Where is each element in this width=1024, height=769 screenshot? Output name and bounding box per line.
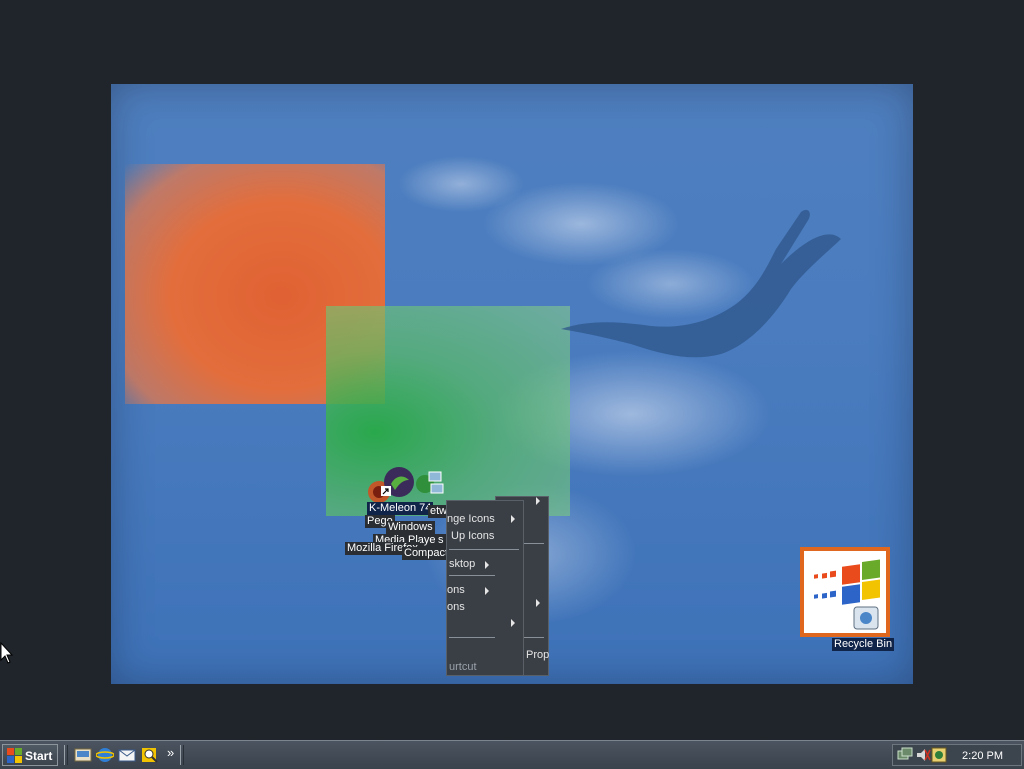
mouse-cursor-icon (0, 642, 14, 664)
search-icon[interactable] (141, 746, 159, 764)
menu-item-line-up-icons[interactable]: Up Icons (451, 530, 494, 542)
wallpaper-diver-silhouette (561, 209, 841, 358)
menu-item-icons[interactable]: ons (447, 601, 465, 613)
taskbar-grip[interactable] (180, 745, 184, 765)
network-icon[interactable] (897, 747, 913, 763)
clock[interactable]: 2:20 PM (962, 750, 1003, 762)
compact-label[interactable]: Compact (402, 547, 451, 560)
kmeleon-label[interactable]: K-Meleon 74 (367, 502, 434, 515)
windows-media-label-line1[interactable]: Windows (386, 521, 435, 534)
taskbar: Start » 2:20 PM (0, 740, 1024, 769)
menu-item-properties[interactable]: Prop (526, 649, 549, 661)
show-desktop-icon[interactable] (74, 746, 92, 764)
system-tray: 2:20 PM (892, 744, 1022, 766)
shortcut-arrow-icon (381, 486, 391, 496)
menu-separator (449, 575, 495, 576)
network-places-icon[interactable] (415, 470, 445, 498)
outlook-express-icon[interactable] (118, 746, 136, 764)
menu-separator (449, 637, 495, 638)
recycle-bin-label[interactable]: Recycle Bin (832, 638, 895, 651)
menu-item-shortcut[interactable]: urtcut (449, 661, 477, 673)
menu-item-arrange-icons[interactable]: nge Icons (447, 513, 495, 525)
submenu-arrow-icon (536, 497, 540, 505)
internet-explorer-icon[interactable] (96, 746, 114, 764)
menu-separator (449, 549, 519, 550)
wallpaper-green-square (326, 306, 570, 516)
desktop[interactable]: K-Meleon 74 etwo Pego Windows Media Play… (0, 0, 1024, 740)
submenu-arrow-icon (511, 515, 515, 523)
quick-launch-overflow-chevron[interactable]: » (167, 745, 174, 760)
menu-item-active-desktop[interactable]: sktop (449, 558, 475, 570)
start-label: Start (25, 749, 53, 763)
windows-logo-icon (7, 748, 22, 763)
taskbar-grip[interactable] (64, 745, 68, 765)
recycle-bin-icon[interactable] (800, 547, 890, 637)
windows-flag-icon (814, 559, 880, 630)
menu-item-refresh-icons[interactable]: ons (447, 584, 465, 596)
submenu-arrow-icon (485, 587, 489, 595)
start-button[interactable]: Start (2, 744, 58, 766)
submenu-arrow-icon (485, 561, 489, 569)
volume-icon[interactable] (915, 747, 931, 763)
context-menu-front[interactable]: nge Icons Up Icons sktop ons ons urtcut (446, 500, 524, 676)
submenu-arrow-icon (536, 599, 540, 607)
security-icon[interactable] (931, 747, 947, 763)
media-suffix-label: s (436, 534, 446, 547)
submenu-arrow-icon (511, 619, 515, 627)
